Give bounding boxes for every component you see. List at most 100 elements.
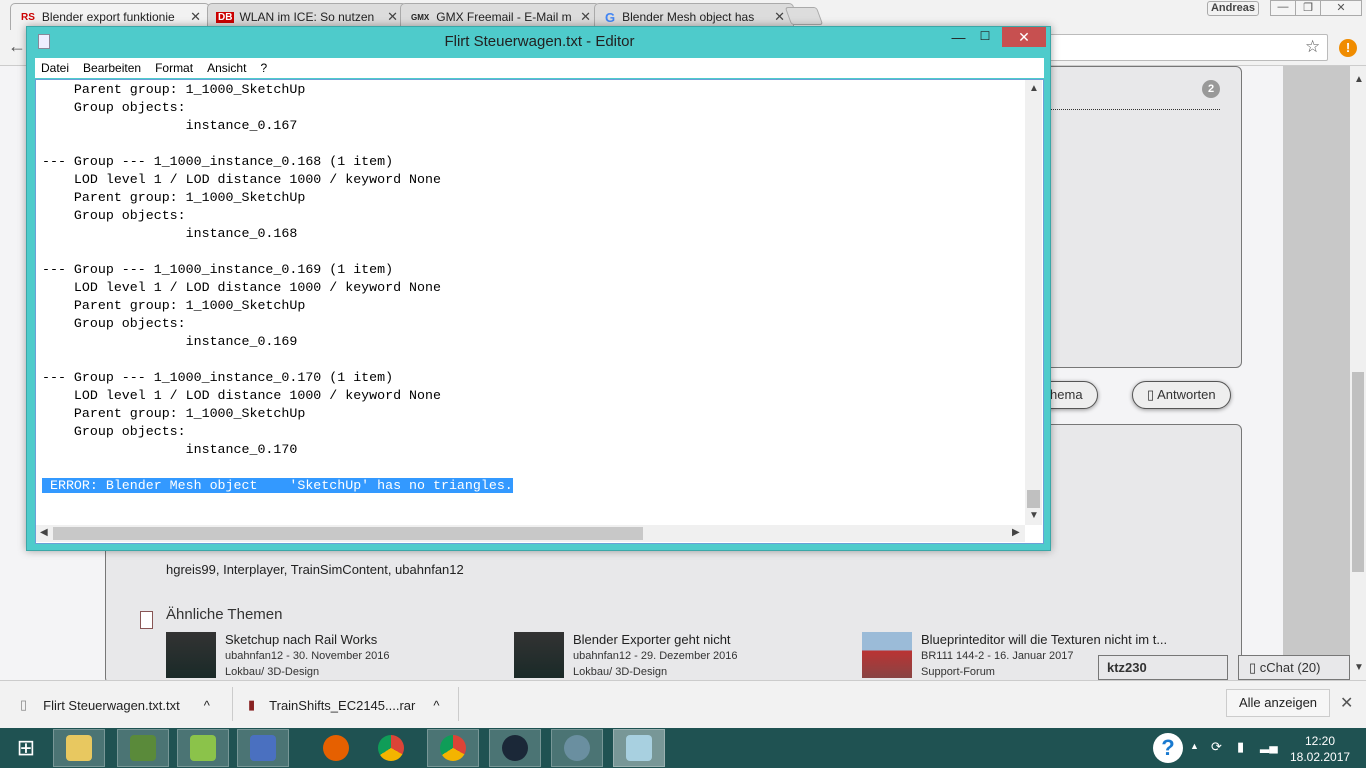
- editor-text[interactable]: Parent group: 1_1000_SketchUp Group obje…: [42, 81, 513, 495]
- taskbar-notepad[interactable]: [613, 729, 665, 767]
- chrome-icon: [378, 735, 404, 761]
- menu-datei[interactable]: Datei: [41, 61, 76, 75]
- spreadsheet-icon: [130, 735, 156, 761]
- signal-icon[interactable]: ▂▄: [1260, 739, 1278, 753]
- rs-favicon-icon: RS: [21, 11, 35, 23]
- help-icon[interactable]: ?: [1153, 733, 1183, 763]
- thread-thumbnail: [166, 632, 216, 678]
- text-line: instance_0.168: [42, 226, 298, 241]
- thread-title[interactable]: Blender Exporter geht nicht: [573, 632, 731, 647]
- text-line: Parent group: 1_1000_SketchUp: [42, 298, 306, 313]
- notepad-window: Flirt Steuerwagen.txt - Editor — ☐ ✕ Dat…: [26, 26, 1051, 551]
- profile-button[interactable]: Andreas: [1207, 1, 1259, 16]
- taskbar-chrome[interactable]: [365, 729, 417, 767]
- taskbar-explorer[interactable]: [53, 729, 105, 767]
- text-editor[interactable]: Parent group: 1_1000_SketchUp Group obje…: [35, 79, 1044, 544]
- bookmark-star-icon[interactable]: ☆: [1305, 37, 1320, 57]
- users-list: hgreis99, Interplayer, TrainSimContent, …: [166, 562, 464, 577]
- text-line: LOD level 1 / LOD distance 1000 / keywor…: [42, 388, 441, 403]
- download-item[interactable]: ▯ Flirt Steuerwagen.txt.txt ^: [20, 693, 210, 717]
- text-line: --- Group --- 1_1000_instance_0.168 (1 i…: [42, 154, 394, 169]
- new-tab-button[interactable]: [784, 7, 824, 25]
- scrollbar-thumb[interactable]: [1027, 490, 1040, 508]
- text-line: Parent group: 1_1000_SketchUp: [42, 406, 306, 421]
- close-tab-icon[interactable]: ✕: [774, 9, 785, 25]
- chevron-up-icon[interactable]: ^: [433, 698, 439, 713]
- show-all-downloads-button[interactable]: Alle anzeigen: [1226, 689, 1330, 717]
- menu-format[interactable]: Format: [155, 61, 200, 75]
- menu-bar: Datei Bearbeiten Format Ansicht ?: [35, 58, 1044, 78]
- similar-thread[interactable]: Blender Exporter geht nicht ubahnfan12 - …: [514, 632, 844, 682]
- text-line: [42, 243, 513, 261]
- reply-button[interactable]: ▯ Antworten: [1132, 381, 1231, 409]
- download-item[interactable]: ▮ TrainShifts_EC2145....rar ^: [248, 693, 439, 717]
- close-button[interactable]: ✕: [1320, 0, 1362, 16]
- minimize-button[interactable]: —: [1270, 0, 1296, 16]
- menu-bearbeiten[interactable]: Bearbeiten: [83, 61, 148, 75]
- thread-forum[interactable]: Lokbau/ 3D-Design: [225, 666, 319, 678]
- network-sync-icon[interactable]: ⟳: [1211, 739, 1222, 755]
- thread-title[interactable]: Blueprinteditor will die Texturen nicht …: [921, 632, 1167, 647]
- alert-icon[interactable]: !: [1339, 39, 1357, 57]
- thread-forum[interactable]: Support-Forum: [921, 666, 995, 678]
- start-button[interactable]: ⊞: [0, 729, 52, 767]
- text-file-icon: ▯: [20, 697, 28, 712]
- tab-title: WLAN im ICE: So nutzen: [239, 10, 375, 24]
- taskbar-firefox[interactable]: [310, 729, 362, 767]
- chrome-icon: [440, 735, 466, 761]
- close-tab-icon[interactable]: ✕: [387, 9, 398, 25]
- text-line: instance_0.169: [42, 334, 298, 349]
- selected-error-line[interactable]: ERROR: Blender Mesh object 'SketchUp' ha…: [42, 478, 513, 493]
- thread-meta: BR111 144-2 - 16. Januar 2017: [921, 650, 1074, 662]
- window-title: Flirt Steuerwagen.txt - Editor: [444, 33, 635, 50]
- close-tab-icon[interactable]: ✕: [190, 9, 201, 25]
- taskbar-app[interactable]: [551, 729, 603, 767]
- winrar-icon: ▮: [248, 697, 256, 712]
- tab-title: GMX Freemail - E-Mail m: [436, 10, 572, 24]
- text-line: [42, 351, 513, 369]
- chat-label: cChat (20): [1259, 660, 1321, 675]
- text-line: Group objects:: [42, 208, 186, 223]
- similar-topics-icon: [140, 611, 153, 629]
- clock[interactable]: 12:20 18.02.2017: [1290, 733, 1350, 765]
- text-line: --- Group --- 1_1000_instance_0.170 (1 i…: [42, 370, 394, 385]
- similar-thread[interactable]: Sketchup nach Rail Works ubahnfan12 - 30.…: [166, 632, 496, 682]
- battery-icon[interactable]: ▮: [1237, 739, 1244, 755]
- download-name: Flirt Steuerwagen.txt.txt: [43, 697, 180, 713]
- show-hidden-icons[interactable]: ▲: [1190, 741, 1199, 751]
- maximize-button[interactable]: ☐: [972, 29, 998, 47]
- vertical-scrollbar[interactable]: ▲ ▼: [1025, 80, 1042, 525]
- horizontal-scrollbar[interactable]: ◀ ▶: [36, 525, 1025, 542]
- thread-title[interactable]: Sketchup nach Rail Works: [225, 632, 377, 647]
- text-line: instance_0.170: [42, 442, 298, 457]
- similar-topics-heading: Ähnliche Themen: [166, 606, 283, 623]
- back-arrow-icon[interactable]: ←: [8, 36, 26, 57]
- close-button[interactable]: ✕: [1002, 27, 1046, 47]
- chat-button[interactable]: ▯ cChat (20): [1238, 655, 1350, 680]
- text-line: [42, 135, 513, 153]
- taskbar-steam[interactable]: [489, 729, 541, 767]
- chevron-up-icon[interactable]: ^: [204, 698, 210, 713]
- close-downloads-icon[interactable]: ✕: [1340, 693, 1353, 713]
- taskbar-app[interactable]: [177, 729, 229, 767]
- railworks-icon: [564, 735, 590, 761]
- address-bar[interactable]: [1010, 34, 1328, 61]
- scrollbar-thumb[interactable]: [53, 527, 643, 540]
- text-line: [42, 459, 513, 477]
- taskbar-chrome[interactable]: [427, 729, 479, 767]
- menu-help[interactable]: ?: [260, 61, 274, 75]
- divider: [458, 687, 459, 721]
- menu-ansicht[interactable]: Ansicht: [207, 61, 253, 75]
- restore-button[interactable]: ❐: [1295, 0, 1321, 16]
- close-tab-icon[interactable]: ✕: [580, 9, 591, 25]
- reply-label: Antworten: [1157, 387, 1216, 402]
- minimize-button[interactable]: —: [945, 29, 972, 47]
- chat-icon: ▯: [1249, 660, 1260, 675]
- thread-meta: ubahnfan12 - 29. Dezember 2016: [573, 650, 738, 662]
- chat-user-tab[interactable]: ktz230: [1098, 655, 1228, 680]
- text-line: LOD level 1 / LOD distance 1000 / keywor…: [42, 172, 441, 187]
- taskbar-app[interactable]: [237, 729, 289, 767]
- taskbar-app[interactable]: [117, 729, 169, 767]
- thread-forum[interactable]: Lokbau/ 3D-Design: [573, 666, 667, 678]
- page-scrollbar-thumb[interactable]: [1352, 372, 1364, 572]
